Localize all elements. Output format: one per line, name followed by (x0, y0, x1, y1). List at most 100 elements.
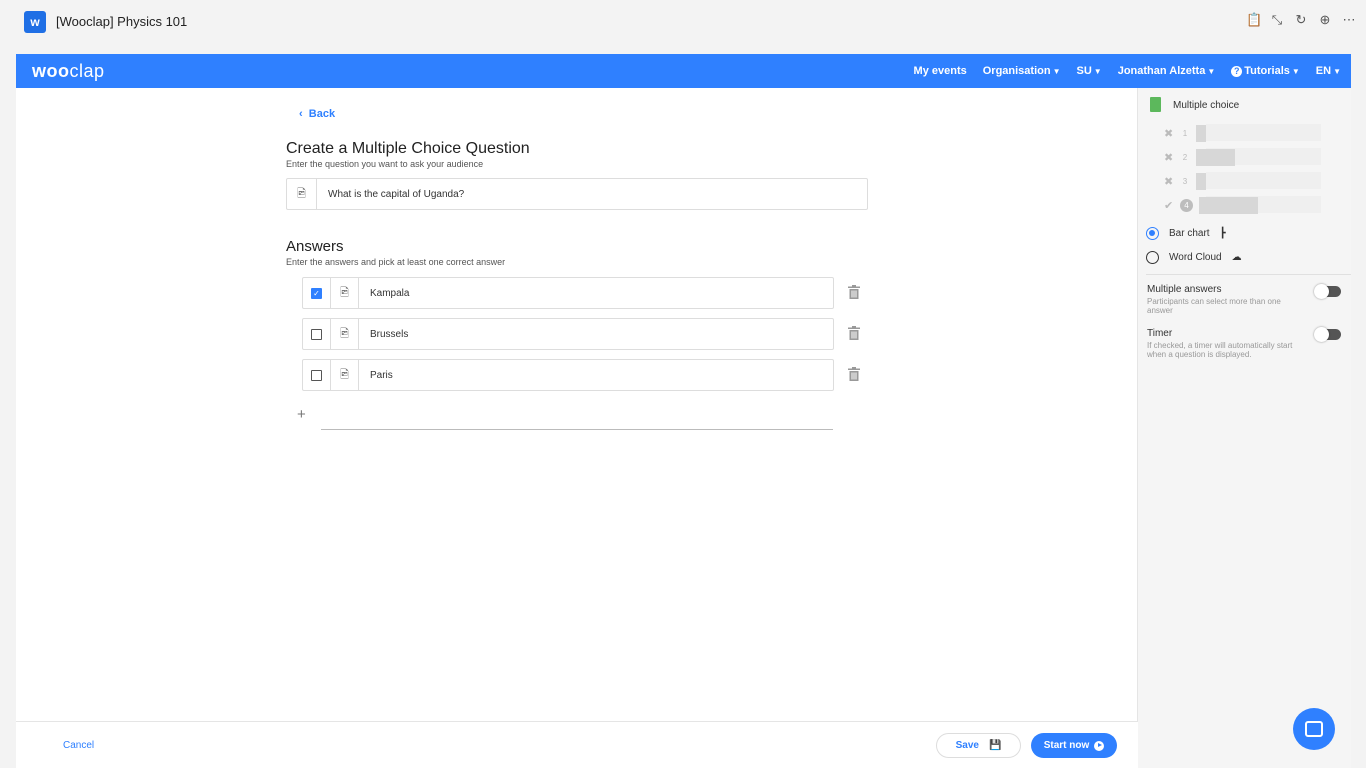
start-now-button[interactable]: Start now (1031, 733, 1117, 758)
collapse-icon[interactable]: ⤡ (1270, 12, 1284, 28)
caret-down-icon: ▼ (1093, 67, 1102, 76)
multiple-answers-toggle[interactable] (1314, 284, 1341, 299)
preview-row: ✔ 4 (1164, 196, 1258, 214)
page-title: Create a Multiple Choice Question (286, 140, 530, 157)
cloud-icon: ☁ (1231, 252, 1242, 263)
checkbox-icon[interactable] (311, 328, 322, 340)
timer-toggle[interactable] (1314, 327, 1341, 342)
globe-icon[interactable]: ⊕ (1318, 12, 1332, 28)
answers-heading: Answers (286, 238, 344, 255)
question-text[interactable]: What is the capital of Uganda? (317, 189, 464, 200)
back-link[interactable]: ‹ Back (299, 108, 335, 120)
play-icon (1094, 740, 1105, 751)
trash-icon[interactable] (848, 367, 860, 381)
nav-menu: My events Organisation ▼ SU ▼ Jonathan Alz… (914, 54, 1341, 88)
bar-chart-label: Bar chart (1169, 228, 1210, 239)
radio-icon[interactable] (1146, 251, 1159, 264)
add-image-icon[interactable]: 🖻 (331, 319, 359, 349)
multiple-answers-description: Participants can select more than one an… (1147, 297, 1281, 315)
new-answer-input[interactable] (321, 429, 833, 430)
answer-text[interactable]: Kampala (359, 288, 409, 299)
save-button[interactable]: Save 💾 (936, 733, 1021, 758)
answer-row: 🖻 Brussels (302, 318, 834, 350)
word-cloud-label: Word Cloud (1169, 252, 1222, 263)
question-type-title: Multiple choice (1173, 100, 1240, 111)
caret-down-icon: ▼ (1207, 67, 1216, 76)
preview-track (1206, 124, 1321, 141)
divider (1146, 274, 1351, 275)
trash-icon[interactable] (848, 285, 860, 299)
question-icon: ? (1231, 66, 1243, 77)
preview-number: 3 (1182, 176, 1188, 186)
feedback-icon[interactable]: 📋 (1246, 12, 1262, 28)
trash-icon[interactable] (848, 326, 860, 340)
app-icon: w (24, 11, 46, 33)
preview-number: 2 (1182, 152, 1188, 162)
nav-my-events[interactable]: My events (914, 65, 967, 77)
correct-checkbox-cell[interactable] (303, 319, 331, 349)
window-title: [Wooclap] Physics 101 (56, 14, 188, 29)
more-icon[interactable]: ⋯ (1342, 12, 1356, 28)
answer-text[interactable]: Brussels (359, 329, 408, 340)
chevron-left-icon: ‹ (299, 108, 309, 120)
bar-chart-icon: ┣ (1219, 228, 1226, 239)
add-image-icon[interactable]: 🖻 (287, 179, 317, 209)
multiple-choice-icon (1150, 97, 1161, 112)
app-frame: wooclap My events Organisation ▼ SU ▼ Jona… (16, 54, 1351, 768)
nav-organisation[interactable]: Organisation ▼ (983, 65, 1061, 77)
nav-user-menu[interactable]: Jonathan Alzetta ▼ (1118, 65, 1216, 77)
checkbox-icon[interactable] (311, 369, 322, 381)
save-label: Save (955, 740, 979, 751)
add-image-icon[interactable]: 🖻 (331, 360, 359, 390)
preview-bar (1196, 148, 1235, 166)
add-image-icon[interactable]: 🖻 (331, 278, 359, 308)
checkbox-checked-icon[interactable]: ✓ (311, 287, 322, 299)
preview-number-badge: 4 (1180, 198, 1193, 212)
check-icon: ✔ (1164, 199, 1174, 212)
window-controls: 📋 ⤡ ↻ ⊕ ⋯ (1246, 12, 1356, 28)
question-editor: ‹ Back Create a Multiple Choice Question… (16, 88, 1138, 768)
add-answer-plus-icon[interactable]: + (297, 406, 306, 423)
preview-bar (1196, 124, 1206, 142)
question-input[interactable]: 🖻 What is the capital of Uganda? (286, 178, 868, 210)
preview-track (1206, 172, 1321, 189)
preview-bar (1196, 172, 1206, 190)
cross-icon: ✖ (1164, 127, 1174, 140)
cross-icon: ✖ (1164, 151, 1174, 164)
answers-subtitle: Enter the answers and pick at least one … (286, 257, 506, 267)
multiple-answers-title: Multiple answers (1147, 284, 1222, 295)
preview-number: 1 (1182, 128, 1188, 138)
correct-checkbox-cell[interactable]: ✓ (303, 278, 331, 308)
nav-su[interactable]: SU ▼ (1077, 65, 1102, 77)
page-subtitle: Enter the question you want to ask your … (286, 159, 484, 169)
answer-row: ✓ 🖻 Kampala (302, 277, 834, 309)
caret-down-icon: ▼ (1333, 67, 1341, 76)
editor-footer: Cancel Save 💾 Start now (16, 721, 1138, 768)
caret-down-icon: ▼ (1291, 67, 1300, 76)
preview-row: ✖ 1 (1164, 124, 1206, 142)
preview-row: ✖ 2 (1164, 148, 1235, 166)
nav-tutorials[interactable]: ? Tutorials ▼ (1231, 65, 1300, 77)
preview-bar (1199, 196, 1258, 214)
caret-down-icon: ▼ (1052, 67, 1061, 76)
answer-row: 🖻 Paris (302, 359, 834, 391)
window-titlebar: w [Wooclap] Physics 101 📋 ⤡ ↻ ⊕ ⋯ (0, 0, 1366, 44)
refresh-icon[interactable]: ↻ (1294, 12, 1308, 28)
start-now-label: Start now (1043, 740, 1090, 751)
chat-icon (1305, 721, 1323, 737)
floppy-disk-icon: 💾 (988, 740, 1002, 751)
correct-checkbox-cell[interactable] (303, 360, 331, 390)
radio-selected-icon[interactable] (1146, 227, 1159, 240)
bar-chart-option[interactable]: Bar chart ┣ (1146, 227, 1226, 240)
answer-text[interactable]: Paris (359, 370, 393, 381)
cross-icon: ✖ (1164, 175, 1174, 188)
cancel-button[interactable]: Cancel (63, 740, 94, 751)
top-navbar: wooclap My events Organisation ▼ SU ▼ Jona… (16, 54, 1351, 88)
wooclap-logo[interactable]: wooclap (32, 61, 105, 82)
nav-language[interactable]: EN ▼ (1316, 65, 1341, 77)
timer-description: If checked, a timer will automatically s… (1147, 341, 1293, 359)
timer-title: Timer (1147, 328, 1173, 339)
chat-support-button[interactable] (1293, 708, 1335, 750)
preview-row: ✖ 3 (1164, 172, 1206, 190)
word-cloud-option[interactable]: Word Cloud ☁ (1146, 251, 1242, 264)
